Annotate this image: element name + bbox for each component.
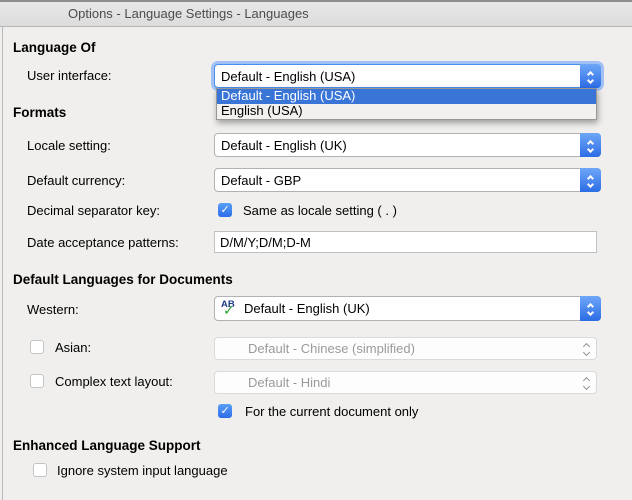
default-currency-select[interactable]: Default - GBP	[214, 168, 601, 192]
asian-checkbox[interactable]	[30, 340, 44, 354]
chevron-down-icon	[587, 145, 594, 152]
options-dialog: Options - Language Settings - Languages …	[0, 0, 632, 500]
window-title: Options - Language Settings - Languages	[68, 6, 309, 21]
chevron-down-icon	[587, 309, 594, 316]
dropdown-option-selected[interactable]: Default - English (USA)	[217, 89, 596, 104]
user-interface-dropdown-list: Default - English (USA) English (USA)	[216, 88, 597, 120]
chevron-down-icon	[587, 180, 594, 187]
complex-text-layout-value: Default - Hindi	[215, 375, 576, 390]
panel-left-border	[2, 27, 3, 500]
complex-text-layout-select: Default - Hindi	[214, 371, 597, 394]
user-interface-value: Default - English (USA)	[215, 69, 580, 84]
stepper-arrows-icon[interactable]	[580, 296, 601, 321]
default-currency-label: Default currency:	[27, 173, 125, 188]
same-as-locale-label: Same as locale setting ( . )	[243, 203, 397, 218]
user-interface-label: User interface:	[27, 68, 112, 83]
section-heading-default-languages: Default Languages for Documents	[13, 272, 233, 287]
language-spellcheck-icon: AB ✓	[219, 299, 241, 319]
western-label: Western:	[27, 302, 79, 317]
locale-setting-label: Locale setting:	[27, 138, 111, 153]
current-document-only-label: For the current document only	[245, 404, 418, 419]
decimal-separator-label: Decimal separator key:	[27, 203, 160, 218]
date-patterns-label: Date acceptance patterns:	[27, 235, 179, 250]
stepper-arrows-icon[interactable]	[580, 64, 601, 88]
stepper-arrows-icon[interactable]	[580, 133, 601, 157]
chevron-down-icon	[587, 76, 594, 83]
section-heading-formats: Formats	[13, 105, 66, 120]
current-document-only-checkbox[interactable]	[218, 404, 232, 418]
complex-text-layout-checkbox[interactable]	[30, 374, 44, 388]
checkmark-icon: ✓	[223, 302, 235, 319]
stepper-arrows-icon[interactable]	[580, 168, 601, 192]
chevron-down-icon	[583, 383, 590, 390]
ignore-system-input-checkbox[interactable]	[33, 463, 47, 477]
stepper-arrows-icon	[576, 337, 597, 361]
complex-text-layout-label: Complex text layout:	[55, 374, 173, 389]
western-select[interactable]: AB ✓ Default - English (UK)	[214, 296, 601, 321]
western-value: Default - English (UK)	[241, 301, 580, 316]
chevron-down-icon	[583, 349, 590, 356]
asian-label: Asian:	[55, 340, 91, 355]
asian-value: Default - Chinese (simplified)	[215, 341, 576, 356]
section-heading-language-of: Language Of	[13, 40, 96, 55]
window-titlebar: Options - Language Settings - Languages	[0, 0, 632, 27]
ignore-system-input-label: Ignore system input language	[57, 463, 228, 478]
asian-select: Default - Chinese (simplified)	[214, 337, 597, 360]
locale-setting-select[interactable]: Default - English (UK)	[214, 133, 601, 157]
default-currency-value: Default - GBP	[215, 173, 580, 188]
stepper-arrows-icon	[576, 371, 597, 395]
dropdown-option[interactable]: English (USA)	[217, 104, 596, 119]
locale-setting-value: Default - English (UK)	[215, 138, 580, 153]
same-as-locale-checkbox[interactable]	[218, 203, 232, 217]
section-heading-enhanced-support: Enhanced Language Support	[13, 438, 201, 453]
user-interface-select[interactable]: Default - English (USA)	[214, 64, 601, 88]
date-patterns-input[interactable]	[214, 231, 597, 253]
